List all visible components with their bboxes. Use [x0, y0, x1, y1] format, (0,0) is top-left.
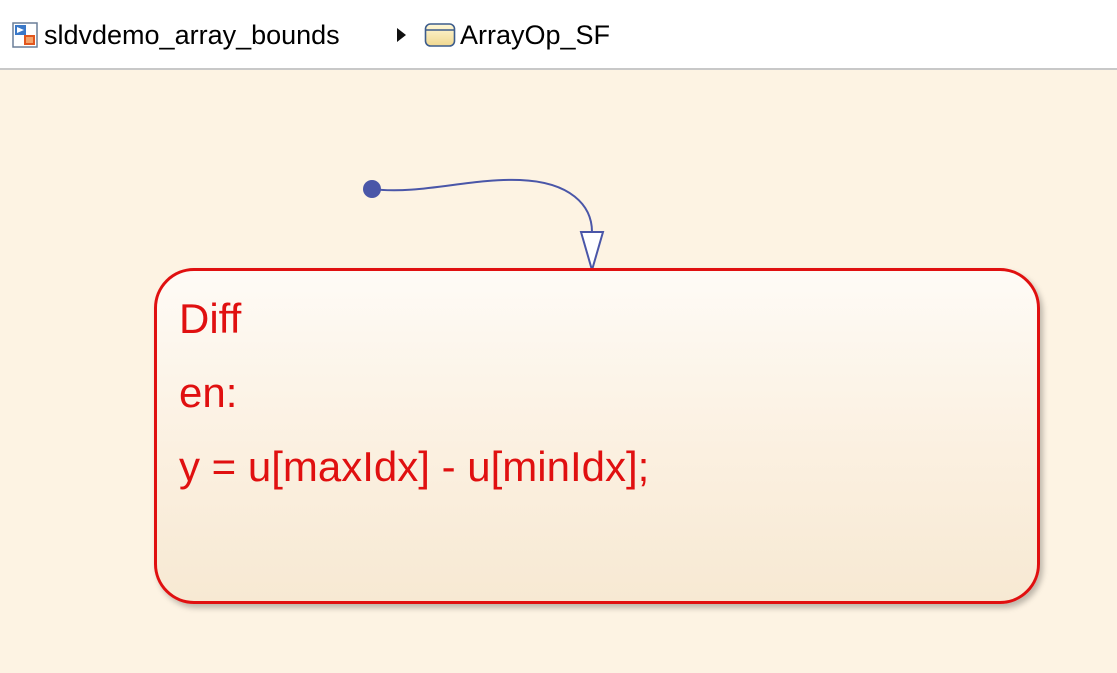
chart-name: ArrayOp_SF [460, 19, 611, 50]
model-name: sldvdemo_array_bounds [44, 19, 340, 50]
state-entry-action[interactable]: y = u[maxIdx] - u[minIdx]; [179, 443, 649, 491]
simulink-model-icon [12, 22, 38, 48]
stateflow-chart-icon [424, 23, 456, 47]
state-entry-label[interactable]: en: [179, 369, 237, 417]
state-name[interactable]: Diff [179, 295, 241, 343]
breadcrumb-item-chart[interactable]: ArrayOp_SF [424, 18, 610, 52]
state-diff[interactable]: Diff en: y = u[maxIdx] - u[minIdx]; [154, 268, 1040, 604]
breadcrumb: sldvdemo_array_bounds ArrayOp_SF [0, 0, 1117, 70]
breadcrumb-item-model[interactable]: sldvdemo_array_bounds [12, 18, 340, 52]
right-triangle-icon [397, 28, 406, 42]
